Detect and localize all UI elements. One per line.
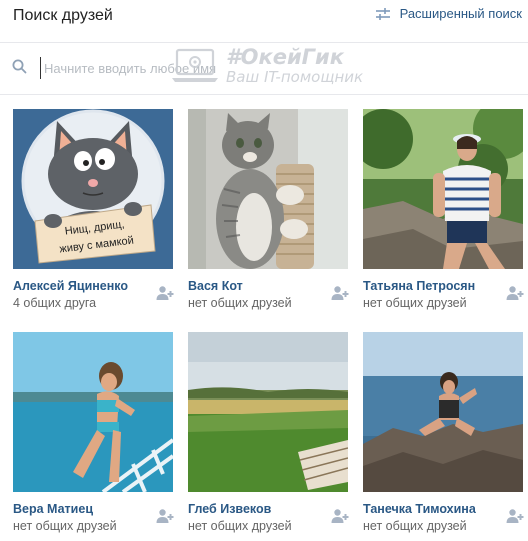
friend-avatar[interactable]: Нищ, дрищ, живу с мамкой bbox=[13, 109, 173, 269]
mutual-friends: 4 общих друга bbox=[13, 296, 97, 310]
friend-avatar[interactable] bbox=[13, 332, 173, 492]
mutual-friends: нет общих друзей bbox=[363, 519, 467, 533]
divider bbox=[0, 94, 528, 95]
friend-name[interactable]: Глеб Извеков bbox=[188, 502, 271, 516]
sliders-icon bbox=[375, 7, 391, 21]
friend-name[interactable]: Танечка Тимохина bbox=[363, 502, 476, 516]
friend-name[interactable]: Вера Матиец bbox=[13, 502, 93, 516]
friend-name[interactable]: Алексей Яциненко bbox=[13, 279, 128, 293]
laptop-logo-icon bbox=[172, 48, 218, 82]
friend-avatar[interactable] bbox=[188, 332, 348, 492]
advanced-search-label: Расширенный поиск bbox=[399, 6, 522, 21]
friend-avatar[interactable] bbox=[363, 332, 523, 492]
add-friend-icon[interactable] bbox=[156, 508, 174, 524]
watermark: #ОкейГик Ваш IT-помощник bbox=[170, 47, 363, 85]
friend-name[interactable]: Вася Кот bbox=[188, 279, 243, 293]
friend-name[interactable]: Татьяна Петросян bbox=[363, 279, 475, 293]
add-friend-icon[interactable] bbox=[331, 508, 349, 524]
search-icon bbox=[12, 59, 27, 79]
watermark-subtitle: Ваш IT-помощник bbox=[226, 68, 364, 86]
watermark-title: #ОкейГик bbox=[226, 45, 345, 69]
header: Поиск друзей Расширенный поиск bbox=[0, 0, 528, 38]
mutual-friends: нет общих друзей bbox=[363, 296, 467, 310]
add-friend-icon[interactable] bbox=[156, 285, 174, 301]
mutual-friends: нет общих друзей bbox=[13, 519, 117, 533]
add-friend-icon[interactable] bbox=[506, 508, 524, 524]
advanced-search-button[interactable]: Расширенный поиск bbox=[375, 6, 522, 21]
friend-avatar[interactable] bbox=[188, 109, 348, 269]
friend-avatar[interactable] bbox=[363, 109, 523, 269]
mutual-friends: нет общих друзей bbox=[188, 296, 292, 310]
mutual-friends: нет общих друзей bbox=[188, 519, 292, 533]
add-friend-icon[interactable] bbox=[331, 285, 349, 301]
add-friend-icon[interactable] bbox=[506, 285, 524, 301]
page-title: Поиск друзей bbox=[13, 7, 113, 24]
